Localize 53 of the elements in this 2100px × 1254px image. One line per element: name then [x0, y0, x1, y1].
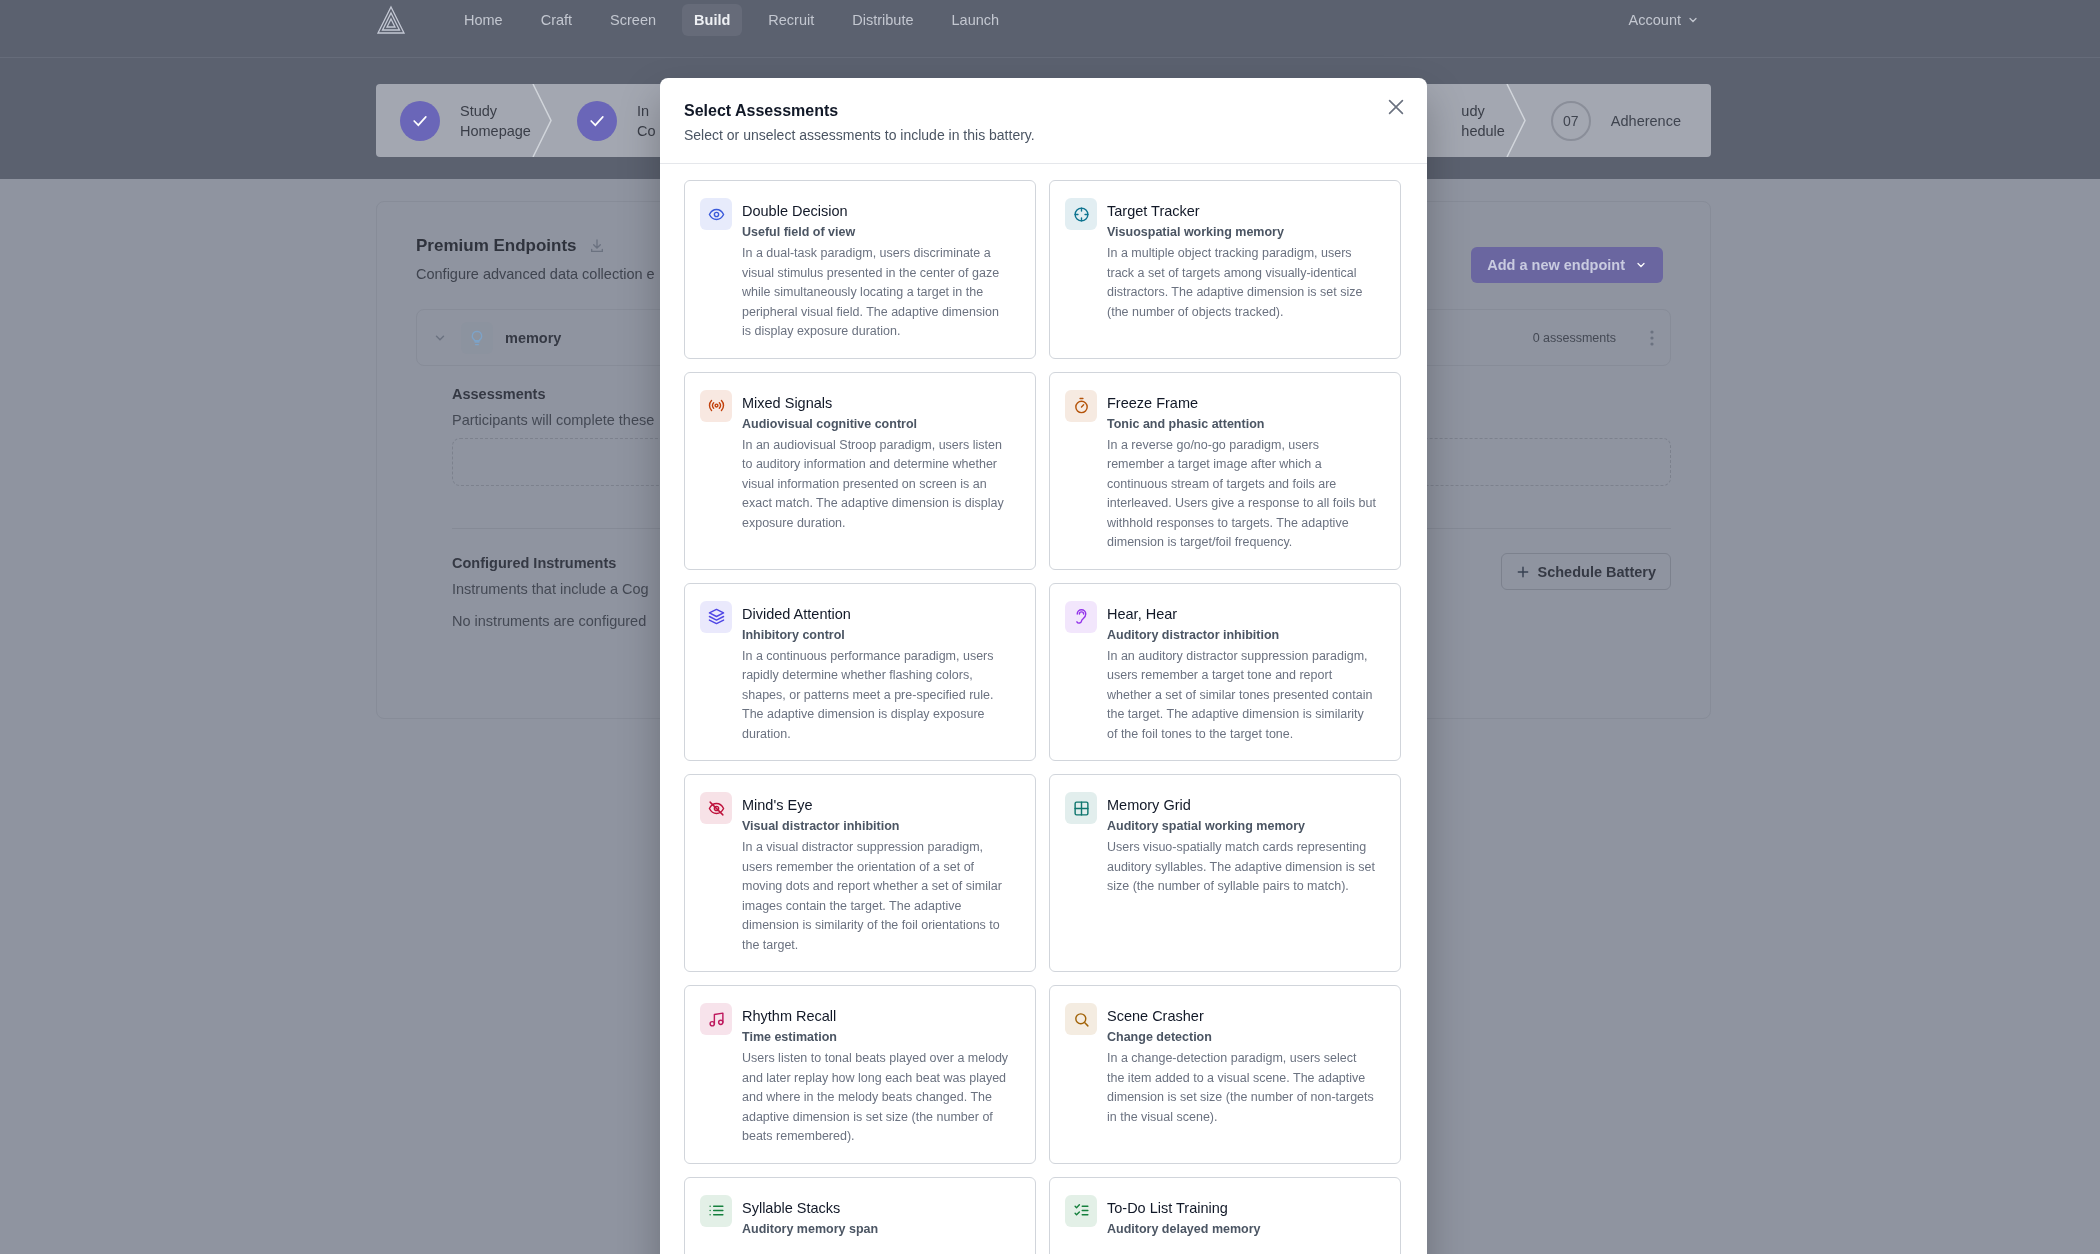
subsection-description: Instruments that include a Cog [452, 581, 649, 597]
assessment-description: In a reverse go/no-go paradigm, users remember a target image after which a continuous stream of targets and foils are interleaved. Users give a response to all foils but withhold responses to targets. The adaptive dimension is target/foil frequency. [1107, 436, 1376, 551]
dialog-title: Select Assessments [684, 102, 839, 120]
assessment-domain: Time estimation [742, 1030, 838, 1044]
step-label: Adherence [1610, 111, 1681, 131]
assessment-title: Hear, Hear [1107, 605, 1179, 622]
assessment-domain: Auditory memory span [742, 1221, 879, 1236]
assessment-domain: Tonic and phasic attention [1107, 416, 1266, 431]
assessment-title: Rhythm Recall [742, 1008, 838, 1024]
dialog-description: Select or unselect assessments to include in this battery. [684, 127, 1036, 143]
assessment-title: Double Decision [742, 203, 849, 219]
step-label: udy [1461, 101, 1486, 121]
assessment-description: In an audiovisual Stroop paradigm, users listen to auditory information and determine whether visual information presented on screen is an exact match. The adaptive dimension is display exposure duration. [742, 436, 1005, 532]
assessment-title: Memory Grid [1107, 797, 1192, 813]
assessment-domain: Audiovisual cognitive control [742, 416, 919, 431]
section-title: Premium Endpoints [416, 236, 577, 256]
assessment-title: To-Do List Training [1107, 1199, 1229, 1216]
step-number: 07 [1550, 100, 1591, 141]
assessment-title: Mixed Signals [742, 394, 834, 411]
assessment-title: Divided Attention [742, 605, 852, 622]
endpoint-name: memory [505, 329, 562, 346]
step-label: Study [460, 101, 499, 121]
step-label: In [636, 101, 651, 121]
assessment-description: In a continuous performance paradigm, users rapidly determine whether flashing colors, shapes, or patterns meet a pre-specified rule. The adaptive dimension is display exposure duration. [742, 647, 995, 743]
step-label: Homepage [460, 121, 531, 141]
assessment-description: In a visual distractor suppression paradigm, users remember the orientation of a set of moving dots and report whether a set of similar images contain the target. The adaptive dimension is similarity of the foil orientations to the target. [742, 839, 1003, 954]
assessment-title: Scene Crasher [1107, 1008, 1205, 1024]
assessment-domain: Inhibitory control [742, 627, 846, 642]
section-description: Configure advanced data collection e [416, 266, 655, 282]
subsection-description: Participants will complete these [452, 412, 655, 428]
assessment-domain: Change detection [1107, 1030, 1213, 1044]
assessment-domain: Auditory distractor inhibition [1107, 627, 1281, 642]
empty-message: No instruments are configured [452, 613, 647, 629]
assessment-title: Freeze Frame [1107, 394, 1200, 411]
assessment-description: In an auditory distractor suppression paradigm, users remember a target tone and report whether a set of similar tones presented contain the target. The adaptive dimension is similarity of the foil tones to the target tone. [1107, 647, 1374, 743]
assessment-description: In a multiple object tracking paradigm, users track a set of targets among visually-identical distractors. The adaptive dimension is set size (the number of objects tracked). [1107, 245, 1364, 321]
assessment-title: Target Tracker [1107, 203, 1201, 219]
assessment-description: In a change-detection paradigm, users select the item added to a visual scene. The adaptive dimension is set size (the number of non-targets in the visual scene). [1107, 1050, 1375, 1126]
assessment-domain: Auditory delayed memory [1107, 1221, 1261, 1236]
assessment-domain: Auditory spatial working memory [1107, 819, 1306, 833]
step-label: Co [636, 121, 656, 141]
assessment-description: Users listen to tonal beats played over a melody and later replay how long each beat was played and where in the melody beats changed. The adaptive dimension is set size (the number of beats remembered). [742, 1050, 1010, 1145]
assessment-domain: Visuospatial working memory [1107, 225, 1285, 239]
assessment-count: 0 assessments [1532, 330, 1616, 345]
subsection-title: Assessments [452, 386, 546, 402]
assessment-domain: Useful field of view [742, 225, 857, 239]
assessment-title: Syllable Stacks [742, 1199, 842, 1216]
assessment-description: In a dual-task paradigm, users discriminate a visual stimulus presented in the center of gaze while simultaneously locating a target in the peripheral visual field. The adaptive dimension is display exposure duration. [742, 245, 1001, 340]
assessment-domain: Visual distractor inhibition [742, 819, 901, 833]
step-label: hedule [1461, 121, 1505, 141]
subsection-title: Configured Instruments [452, 555, 617, 571]
assessment-title: Mind's Eye [742, 797, 814, 813]
assessment-description: Users visuo-spatially match cards representing auditory syllables. The adaptive dimension is set size (the number of syllable pairs to match). [1107, 839, 1376, 895]
